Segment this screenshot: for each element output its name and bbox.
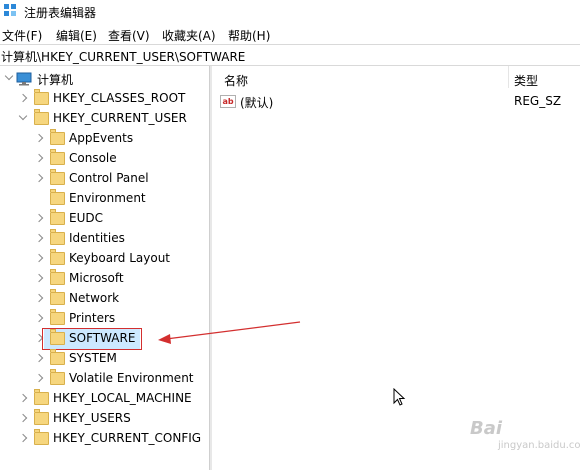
tree-item-network[interactable]: Network [0,289,209,309]
menu-file[interactable]: 文件(F) [2,27,42,44]
folder-icon [34,389,49,405]
chevron-right-icon[interactable] [34,373,44,383]
chevron-right-icon[interactable] [34,273,44,283]
registry-editor-icon [4,4,16,16]
tree-item-hkey-current-config[interactable]: HKEY_CURRENT_CONFIG [0,429,209,449]
chevron-right-icon[interactable] [34,173,44,183]
menu-view[interactable]: 查看(V) [108,27,150,44]
menu-bar: 文件(F) 编辑(E) 查看(V) 收藏夹(A) 帮助(H) [0,24,580,44]
folder-icon [50,369,65,385]
folder-icon [50,309,65,325]
tree-item-printers[interactable]: Printers [0,309,209,329]
folder-icon [34,109,49,125]
tree-label: HKEY_CLASSES_ROOT [53,91,186,105]
tree-label: HKEY_CURRENT_CONFIG [53,431,202,445]
tree-item-hkey-local-machine[interactable]: HKEY_LOCAL_MACHINE [0,389,209,409]
folder-icon [34,429,49,445]
tree-item-volatile-environment[interactable]: Volatile Environment [0,369,209,389]
address-bar[interactable]: 计算机\HKEY_CURRENT_USER\SOFTWARE [0,44,580,66]
column-divider[interactable] [508,66,509,88]
tree-label: HKEY_LOCAL_MACHINE [53,391,192,405]
tree-item-identities[interactable]: Identities [0,229,209,249]
tree-label: HKEY_CURRENT_USER [53,111,187,125]
address-path[interactable]: 计算机\HKEY_CURRENT_USER\SOFTWARE [1,48,245,65]
column-header-type[interactable]: 类型 [514,72,538,94]
chevron-right-icon[interactable] [18,433,28,443]
chevron-right-icon[interactable] [18,93,28,103]
tree-label: Console [69,151,117,165]
tree-item-control-panel[interactable]: Control Panel [0,169,209,189]
value-list: 名称 类型 ab (默认) REG_SZ [212,66,580,470]
tree-label: EUDC [69,211,103,225]
chevron-right-icon[interactable] [34,313,44,323]
tree-label: Environment [69,191,146,205]
tree-label: HKEY_USERS [53,411,131,425]
string-value-icon: ab [220,95,236,108]
tree-item-hkey-current-user[interactable]: HKEY_CURRENT_USER [0,109,209,129]
tree-label: Microsoft [69,271,124,285]
computer-icon [16,72,32,86]
chevron-right-icon[interactable] [34,233,44,243]
chevron-right-icon[interactable] [34,293,44,303]
tree-label: Volatile Environment [69,371,194,385]
folder-icon [34,409,49,425]
folder-icon [50,149,65,165]
title-bar: 注册表编辑器 [0,0,580,24]
window-title: 注册表编辑器 [24,6,97,20]
tree-label: SYSTEM [69,351,117,365]
tree-item-eudc[interactable]: EUDC [0,209,209,229]
tree-item-microsoft[interactable]: Microsoft [0,269,209,289]
mouse-cursor-icon [393,388,406,406]
tree-label: Keyboard Layout [69,251,171,265]
tree-label: Network [69,291,120,305]
chevron-right-icon[interactable] [34,353,44,363]
menu-edit[interactable]: 编辑(E) [56,27,97,44]
tree-item-environment[interactable]: Environment [0,189,209,209]
tree-item-appevents[interactable]: AppEvents [0,129,209,149]
tree-item-computer[interactable]: 计算机 [0,69,209,89]
folder-icon [50,169,65,185]
folder-icon [34,89,49,105]
watermark: Bai [470,418,503,439]
value-type: REG_SZ [514,94,562,108]
chevron-right-icon[interactable] [18,413,28,423]
chevron-down-icon[interactable] [18,111,28,121]
tree-label: Control Panel [69,171,149,185]
tree-label: 计算机 [37,73,74,87]
tree-item-system[interactable]: SYSTEM [0,349,209,369]
folder-icon [50,209,65,225]
menu-help[interactable]: 帮助(H) [228,27,270,44]
chevron-down-icon[interactable] [4,71,14,81]
tree-label: AppEvents [69,131,134,145]
annotation-box [42,328,142,350]
tree-item-hkey-users[interactable]: HKEY_USERS [0,409,209,429]
folder-icon [50,269,65,285]
folder-icon [50,189,65,205]
chevron-right-icon[interactable] [18,393,28,403]
tree-label: Printers [69,311,116,325]
menu-favorites[interactable]: 收藏夹(A) [162,27,216,44]
tree-item-hkey-classes-root[interactable]: HKEY_CLASSES_ROOT [0,89,209,109]
tree-item-software[interactable]: SOFTWARE [0,328,209,350]
tree-item-console[interactable]: Console [0,149,209,169]
folder-icon [50,289,65,305]
chevron-right-icon[interactable] [34,153,44,163]
folder-icon [50,349,65,365]
chevron-right-icon[interactable] [34,213,44,223]
folder-icon [50,249,65,265]
value-row[interactable]: ab (默认) REG_SZ [212,92,580,112]
chevron-right-icon[interactable] [34,133,44,143]
column-header-name[interactable]: 名称 [224,72,248,94]
tree-item-keyboard-layout[interactable]: Keyboard Layout [0,249,209,269]
folder-icon [50,229,65,245]
registry-tree: 计算机 HKEY_CLASSES_ROOT HKEY_CURRENT_USER … [0,66,209,470]
tree-label: Identities [69,231,125,245]
folder-icon [50,129,65,145]
chevron-right-icon[interactable] [34,253,44,263]
value-name: (默认) [240,96,274,110]
watermark-subtext: jingyan.baidu.com [498,440,580,451]
